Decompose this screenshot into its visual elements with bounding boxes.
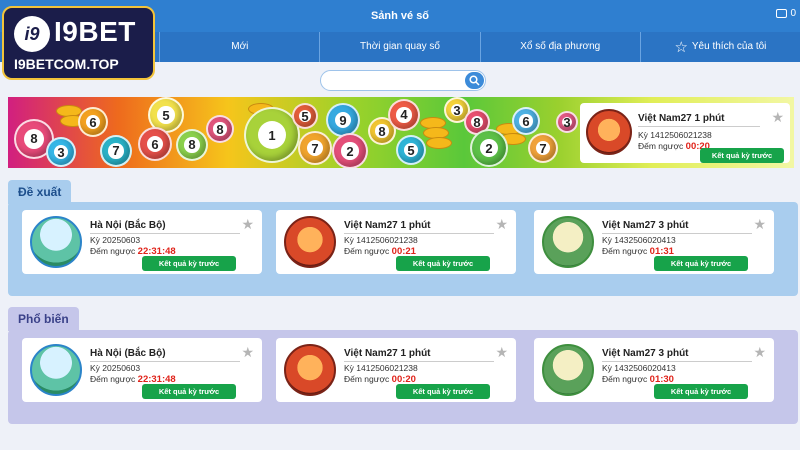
star-outline-icon: ☆: [674, 38, 688, 56]
coin-graphic: [426, 137, 452, 149]
lottery-avatar: [30, 216, 82, 268]
lottery-avatar: [284, 216, 336, 268]
favorite-star-icon[interactable]: ★: [753, 216, 766, 233]
lottery-ball: 3: [556, 111, 578, 133]
lottery-ball: 6: [138, 127, 172, 161]
previous-result-button[interactable]: Kết quả kỳ trước: [396, 256, 490, 271]
previous-result-button[interactable]: Kết quả kỳ trước: [396, 384, 490, 399]
logo-brand: I9BET: [54, 16, 136, 47]
lottery-period: Kỳ 1412506021238: [344, 363, 418, 373]
lottery-card[interactable]: Hà Nội (Bắc Bộ) Kỳ 20250603 Đếm ngược 22…: [22, 210, 262, 274]
tab-label: Mới: [231, 41, 249, 52]
section-recommended: Hà Nội (Bắc Bộ) Kỳ 20250603 Đếm ngược 22…: [8, 202, 798, 296]
tab-label: Xổ số địa phương: [520, 41, 601, 52]
divider: [638, 126, 760, 127]
logo-mark: i9: [14, 16, 50, 52]
countdown-label: Đếm ngược: [90, 246, 136, 256]
countdown-label: Đếm ngược: [344, 246, 390, 256]
lottery-ball: 7: [298, 131, 332, 165]
lottery-ball: 9: [326, 103, 360, 137]
tab-new[interactable]: Mới: [159, 32, 319, 62]
lottery-avatar: [542, 344, 594, 396]
lottery-card[interactable]: Việt Nam27 3 phút Kỳ 1432506020413 Đếm n…: [534, 210, 774, 274]
divider: [602, 233, 752, 234]
brand-logo: i9 I9BET I9BETCOM.TOP: [2, 6, 155, 80]
divider: [90, 233, 240, 234]
lottery-card[interactable]: Việt Nam27 3 phút Kỳ 1432506020413 Đếm n…: [534, 338, 774, 402]
lottery-name: Việt Nam27 3 phút: [602, 220, 689, 231]
countdown-label: Đếm ngược: [344, 374, 390, 384]
lottery-ball: 5: [292, 103, 318, 129]
lottery-ball: 2: [470, 129, 508, 167]
lottery-card[interactable]: Việt Nam27 1 phút Kỳ 1412506021238 Đếm n…: [580, 103, 790, 163]
lottery-name: Việt Nam27 1 phút: [344, 348, 431, 359]
divider: [90, 361, 240, 362]
lottery-name: Việt Nam27 3 phút: [602, 348, 689, 359]
lottery-period: Kỳ 1412506021238: [344, 235, 418, 245]
lottery-card[interactable]: Việt Nam27 1 phút Kỳ 1412506021238 Đếm n…: [276, 210, 516, 274]
logo-url: I9BETCOM.TOP: [14, 56, 119, 72]
lottery-avatar: [586, 109, 632, 155]
lottery-avatar: [284, 344, 336, 396]
lottery-name: Việt Nam27 1 phút: [638, 113, 725, 124]
favorite-star-icon[interactable]: ★: [495, 216, 508, 233]
section-title-popular: Phổ biến: [8, 307, 79, 331]
countdown-label: Đếm ngược: [638, 141, 684, 151]
previous-result-button[interactable]: Kết quả kỳ trước: [142, 384, 236, 399]
lottery-period: Kỳ 1432506020413: [602, 235, 676, 245]
search-button[interactable]: [465, 72, 484, 89]
section-title-recommended: Đề xuất: [8, 180, 72, 204]
favorite-star-icon[interactable]: ★: [753, 344, 766, 361]
wallet-balance: 0: [790, 8, 796, 19]
previous-result-button[interactable]: Kết quả kỳ trước: [654, 384, 748, 399]
lottery-name: Hà Nội (Bắc Bộ): [90, 220, 166, 231]
divider: [344, 361, 494, 362]
lottery-card[interactable]: Việt Nam27 1 phút Kỳ 1412506021238 Đếm n…: [276, 338, 516, 402]
previous-result-button[interactable]: Kết quả kỳ trước: [654, 256, 748, 271]
lottery-period: Kỳ 1432506020413: [602, 363, 676, 373]
lottery-period: Kỳ 20250603: [90, 363, 141, 373]
tab-favorites[interactable]: ☆ Yêu thích của tôi: [639, 32, 800, 62]
lottery-ball: 7: [100, 135, 132, 167]
tab-label: Thời gian quay số: [360, 41, 440, 52]
lottery-card[interactable]: Hà Nội (Bắc Bộ) Kỳ 20250603 Đếm ngược 22…: [22, 338, 262, 402]
lottery-name: Việt Nam27 1 phút: [344, 220, 431, 231]
lottery-avatar: [542, 216, 594, 268]
search-box: [320, 70, 486, 91]
wallet[interactable]: 0: [776, 8, 796, 19]
countdown-label: Đếm ngược: [90, 374, 136, 384]
tab-local-lottery[interactable]: Xổ số địa phương: [479, 32, 640, 62]
section-popular: Hà Nội (Bắc Bộ) Kỳ 20250603 Đếm ngược 22…: [8, 330, 798, 424]
previous-result-button[interactable]: Kết quả kỳ trước: [700, 148, 784, 163]
lottery-name: Hà Nội (Bắc Bộ): [90, 348, 166, 359]
lottery-ball: 3: [46, 137, 76, 167]
search-input[interactable]: [329, 73, 459, 88]
favorite-star-icon[interactable]: ★: [241, 344, 254, 361]
search-icon: [469, 75, 480, 86]
lottery-ball: 8: [176, 129, 208, 161]
divider: [344, 233, 494, 234]
lottery-ball: 8: [206, 115, 234, 143]
countdown-label: Đếm ngược: [602, 246, 648, 256]
previous-result-button[interactable]: Kết quả kỳ trước: [142, 256, 236, 271]
lottery-avatar: [30, 344, 82, 396]
countdown-label: Đếm ngược: [602, 374, 648, 384]
favorite-star-icon[interactable]: ★: [241, 216, 254, 233]
favorite-star-icon[interactable]: ★: [771, 109, 784, 126]
wallet-icon: [776, 9, 788, 18]
promo-banner[interactable]: 8 3 6 7 5 6 8 8 1 7 5 9 2 8 4 5 3 8 2 6 …: [8, 97, 794, 168]
favorite-star-icon[interactable]: ★: [495, 344, 508, 361]
tab-draw-time[interactable]: Thời gian quay số: [319, 32, 479, 62]
tab-label: Yêu thích của tôi: [691, 41, 767, 52]
lottery-ball: 4: [388, 99, 420, 131]
lottery-ball: 6: [512, 107, 540, 135]
lottery-ball: 6: [78, 107, 108, 137]
lottery-ball: 7: [528, 133, 558, 163]
divider: [602, 361, 752, 362]
lottery-ball: 2: [332, 133, 368, 168]
lottery-period: Kỳ 20250603: [90, 235, 141, 245]
lottery-period: Kỳ 1412506021238: [638, 130, 712, 140]
lottery-ball: 5: [396, 135, 426, 165]
